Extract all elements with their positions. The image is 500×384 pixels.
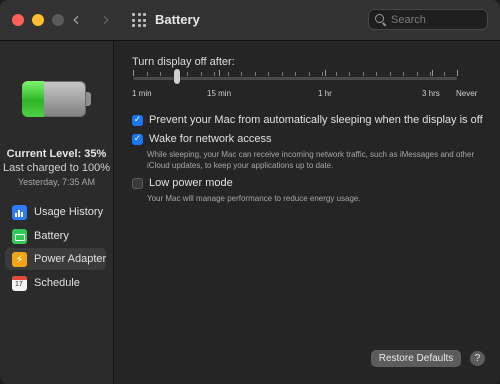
- slider-tick: [403, 72, 404, 76]
- slider-major-tick: [457, 70, 458, 76]
- slider-tick: [201, 72, 202, 76]
- prevent-sleep-checkbox[interactable]: [132, 114, 143, 126]
- close-button[interactable]: [12, 14, 24, 26]
- main-panel: Turn display off after: 1 min 15 min 1 h…: [114, 41, 500, 384]
- slider-tick: [147, 72, 148, 76]
- sidebar-item-battery[interactable]: Battery: [5, 225, 106, 247]
- prevent-sleep-option[interactable]: Prevent your Mac from automatically slee…: [132, 114, 483, 126]
- slider-tick: [430, 72, 431, 76]
- wake-network-label: Wake for network access: [149, 133, 272, 145]
- last-charged-text: Last charged to 100%: [2, 162, 111, 174]
- sidebar: Current Level: 35% Last charged to 100% …: [0, 41, 114, 384]
- sidebar-item-label: Usage History: [34, 206, 104, 218]
- wake-network-description: While sleeping, your Mac can receive inc…: [147, 150, 475, 170]
- sidebar-item-label: Power Adapter: [34, 253, 107, 265]
- slider-tick: [241, 72, 242, 76]
- power-bolt-icon: ⚡: [12, 251, 27, 267]
- slider-tick: [349, 72, 350, 76]
- display-off-slider[interactable]: [133, 77, 457, 80]
- low-power-label: Low power mode: [149, 177, 233, 189]
- tick-label-never: Never: [456, 89, 478, 98]
- low-power-checkbox[interactable]: [132, 177, 143, 189]
- battery-level-icon: [22, 81, 91, 117]
- sidebar-item-label: Schedule: [34, 277, 80, 289]
- slider-tick: [417, 72, 418, 76]
- window-controls: [12, 14, 64, 26]
- slider-tick: [214, 72, 215, 76]
- help-icon[interactable]: ?: [470, 351, 485, 366]
- back-arrow-icon[interactable]: ‹: [72, 8, 80, 30]
- slider-tick: [309, 72, 310, 76]
- slider-tick: [376, 72, 377, 76]
- sidebar-item-usage-history[interactable]: Usage History: [5, 201, 106, 223]
- sidebar-item-schedule[interactable]: Schedule: [5, 272, 106, 294]
- slider-major-tick: [325, 70, 326, 76]
- calendar-icon: [12, 275, 27, 291]
- slider-tick: [268, 72, 269, 76]
- low-power-description: Your Mac will manage performance to redu…: [147, 194, 361, 203]
- slider-tick: [255, 72, 256, 76]
- search-field[interactable]: [368, 9, 488, 30]
- wake-network-option[interactable]: Wake for network access: [132, 133, 271, 145]
- wake-network-checkbox[interactable]: [132, 133, 143, 145]
- forward-arrow-icon[interactable]: ›: [102, 8, 110, 30]
- slider-major-tick: [133, 70, 134, 76]
- bar-chart-icon: [12, 204, 27, 220]
- slider-major-tick: [219, 70, 220, 76]
- slider-tick: [295, 72, 296, 76]
- slider-tick: [363, 72, 364, 76]
- slider-tick: [187, 72, 188, 76]
- slider-tick: [160, 72, 161, 76]
- slider-tick: [322, 72, 323, 76]
- tick-label-15min: 15 min: [207, 89, 232, 98]
- low-power-option[interactable]: Low power mode: [132, 177, 233, 189]
- slider-tick: [336, 72, 337, 76]
- battery-icon: [12, 228, 27, 244]
- restore-defaults-button[interactable]: Restore Defaults: [371, 350, 461, 367]
- window-title: Battery: [155, 12, 200, 27]
- prevent-sleep-label: Prevent your Mac from automatically slee…: [149, 114, 483, 126]
- show-all-grid-icon[interactable]: [132, 13, 146, 27]
- slider-tick: [282, 72, 283, 76]
- search-input[interactable]: [391, 12, 483, 27]
- slider-tick: [444, 72, 445, 76]
- slider-thumb[interactable]: [174, 69, 180, 84]
- display-off-label: Turn display off after:: [132, 56, 235, 68]
- search-icon: [375, 14, 384, 23]
- current-level-text: Current Level: 35%: [6, 148, 107, 160]
- slider-tick: [390, 72, 391, 76]
- slider-major-tick: [432, 70, 433, 76]
- sidebar-item-power-adapter[interactable]: ⚡ Power Adapter: [5, 248, 106, 270]
- preferences-window: ‹ › Battery Current Level: 35% Last char…: [0, 0, 500, 384]
- title-bar: ‹ › Battery: [0, 0, 500, 41]
- sidebar-item-label: Battery: [34, 230, 69, 242]
- tick-label-1hr: 1 hr: [318, 89, 332, 98]
- tick-label-3hrs: 3 hrs: [422, 89, 440, 98]
- minimize-button[interactable]: [32, 14, 44, 26]
- charged-time-text: Yesterday, 7:35 AM: [17, 177, 96, 187]
- zoom-button[interactable]: [52, 14, 64, 26]
- slider-tick: [228, 72, 229, 76]
- tick-label-1min: 1 min: [132, 89, 152, 98]
